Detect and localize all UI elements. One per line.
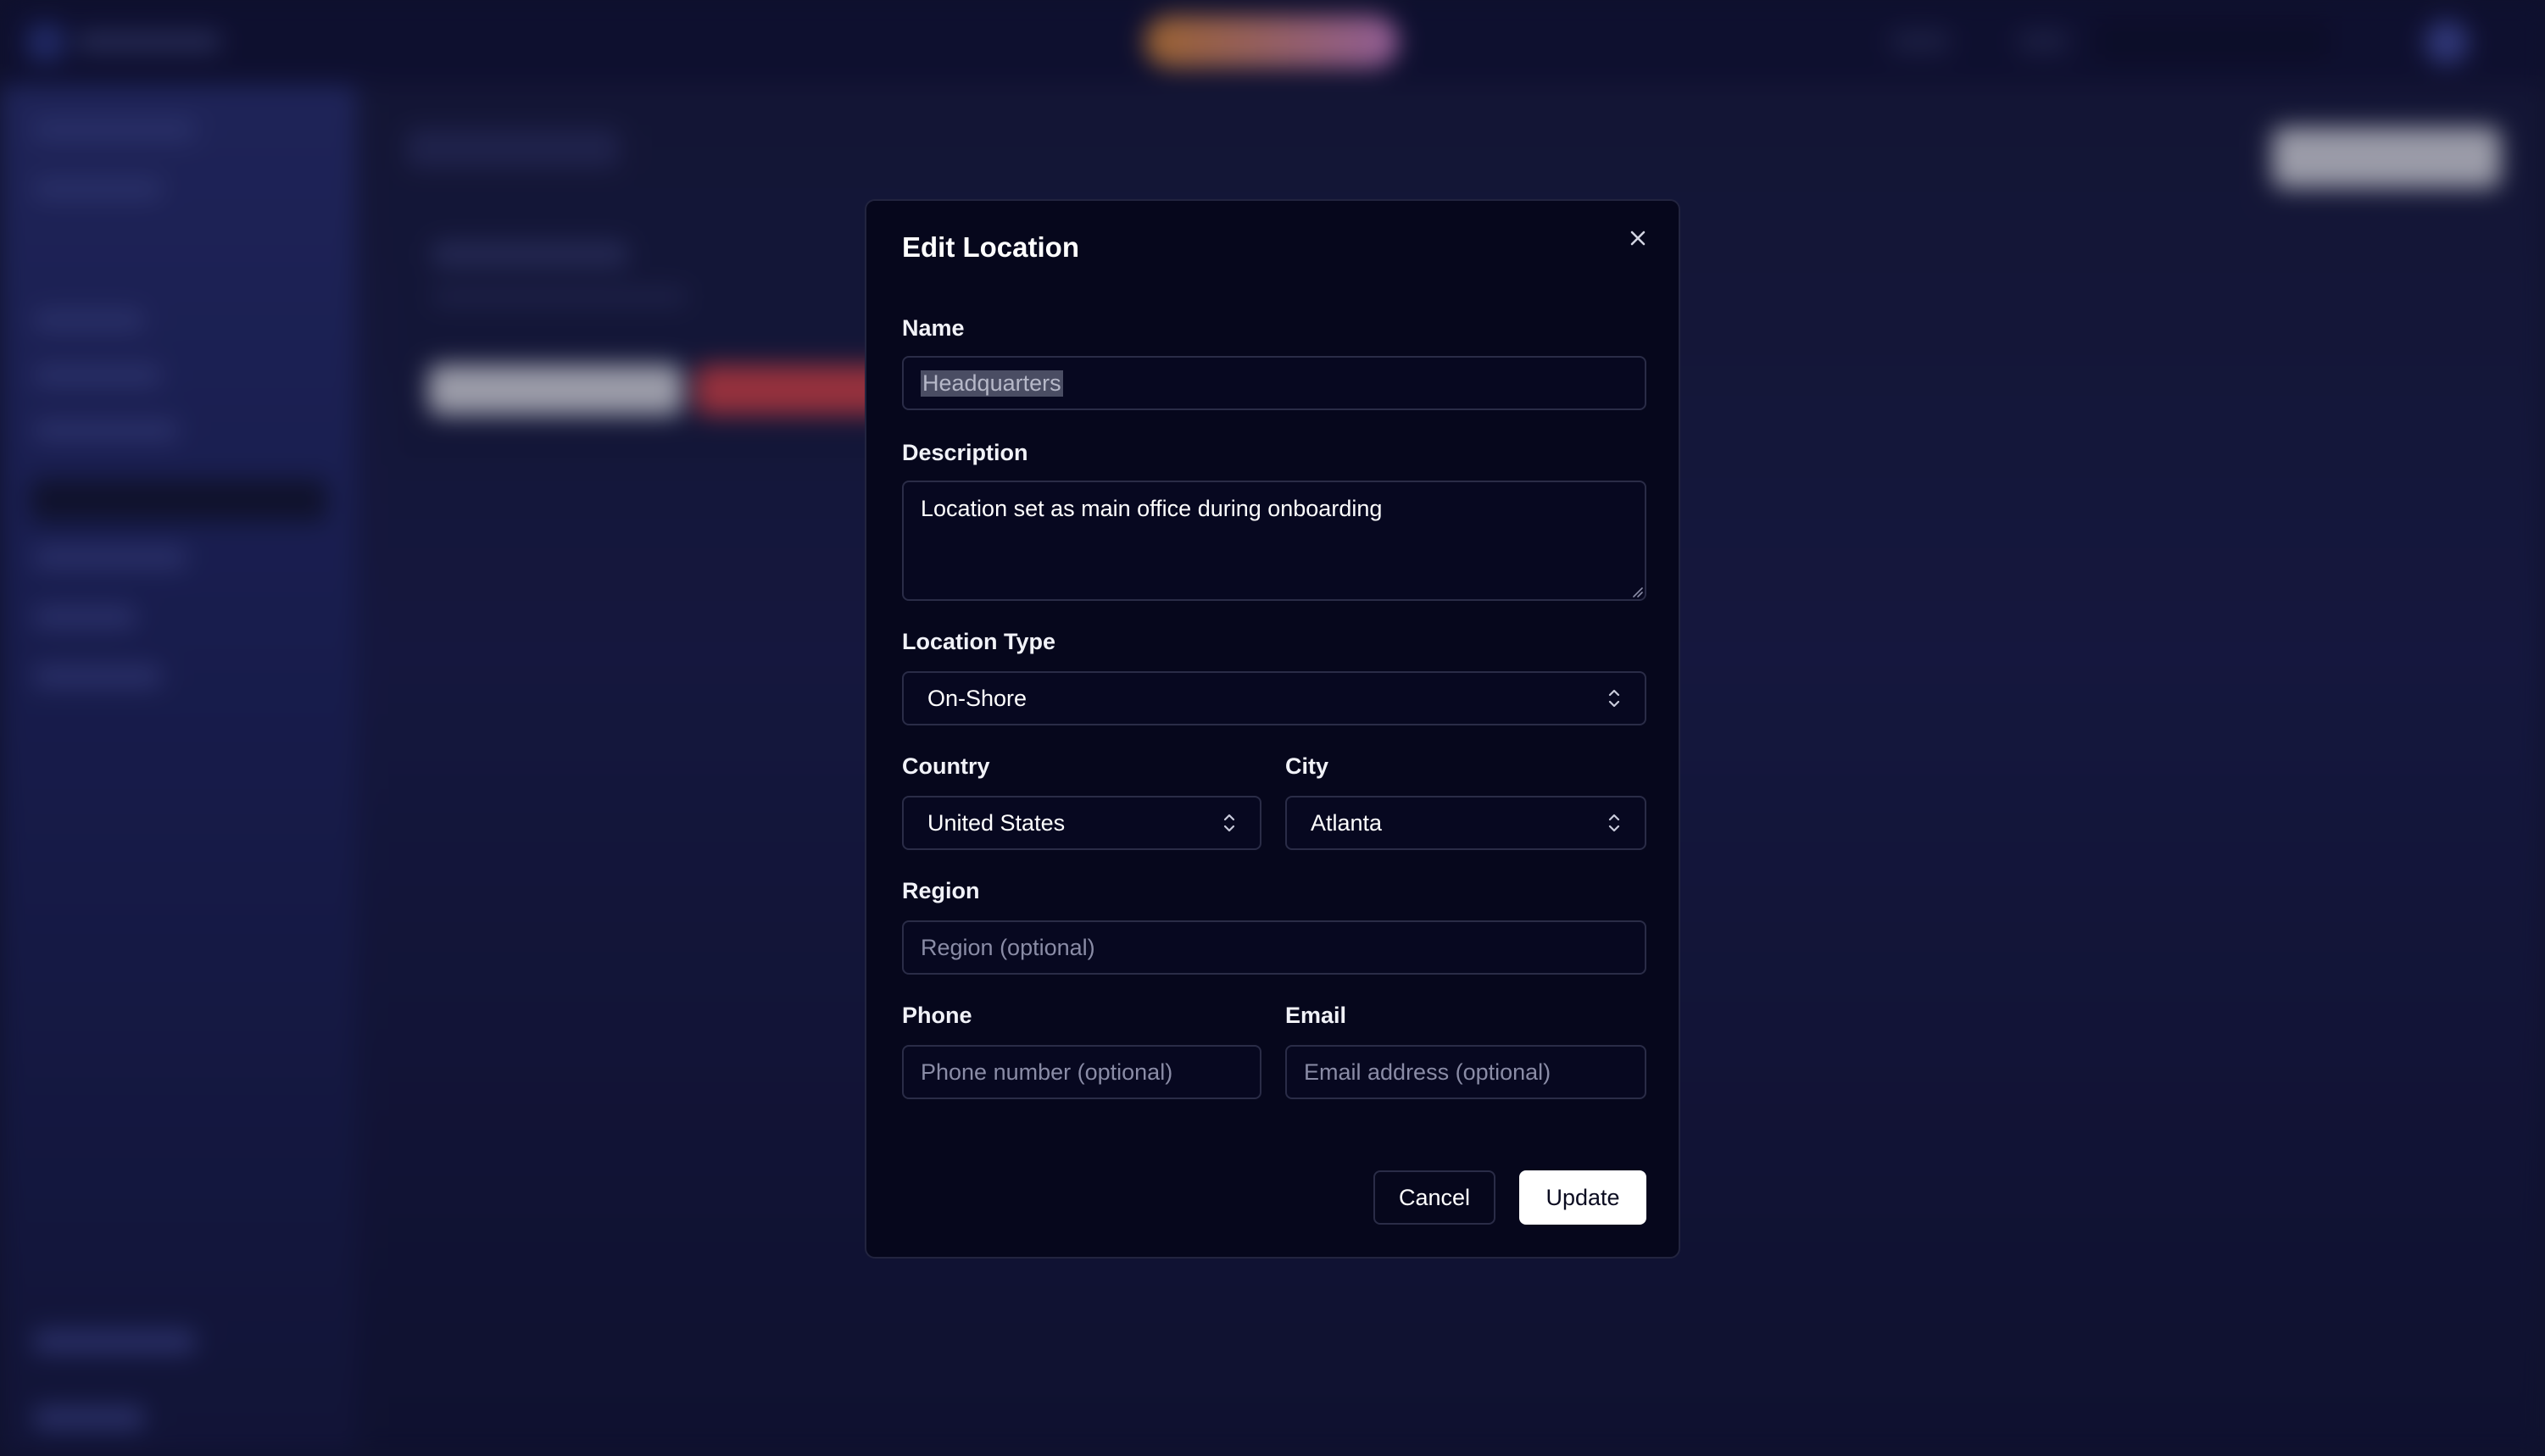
name-input-selected-text: Headquarters (921, 370, 1063, 397)
name-label: Name (902, 315, 965, 341)
name-input[interactable]: Headquarters (902, 356, 1646, 410)
phone-input[interactable] (902, 1045, 1261, 1099)
chevron-up-down-icon (1606, 686, 1623, 710)
email-input[interactable] (1285, 1045, 1646, 1099)
chevron-up-down-icon (1221, 811, 1238, 835)
resize-grip-icon[interactable] (1631, 586, 1643, 597)
city-label: City (1285, 753, 1329, 779)
location-type-value: On-Shore (927, 685, 1027, 711)
email-label: Email (1285, 1003, 1347, 1028)
city-value: Atlanta (1311, 809, 1383, 836)
country-label: Country (902, 753, 990, 779)
chevron-up-down-icon (1606, 811, 1623, 835)
country-value: United States (927, 809, 1066, 836)
dialog-title: Edit Location (902, 231, 1079, 263)
update-button[interactable]: Update (1519, 1170, 1646, 1225)
city-select[interactable]: Atlanta (1285, 796, 1646, 850)
close-icon (1630, 231, 1646, 246)
description-textarea[interactable]: Location set as main office during onboa… (902, 481, 1646, 601)
region-label: Region (902, 878, 980, 903)
phone-label: Phone (902, 1003, 972, 1028)
description-label: Description (902, 440, 1028, 465)
country-select[interactable]: United States (902, 796, 1261, 850)
location-type-label: Location Type (902, 629, 1056, 654)
edit-location-dialog: Edit Location Name Headquarters Descript… (865, 199, 1680, 1259)
close-button[interactable] (1623, 223, 1653, 253)
region-input[interactable] (902, 920, 1646, 975)
location-type-select[interactable]: On-Shore (902, 671, 1646, 725)
cancel-button[interactable]: Cancel (1373, 1170, 1495, 1225)
